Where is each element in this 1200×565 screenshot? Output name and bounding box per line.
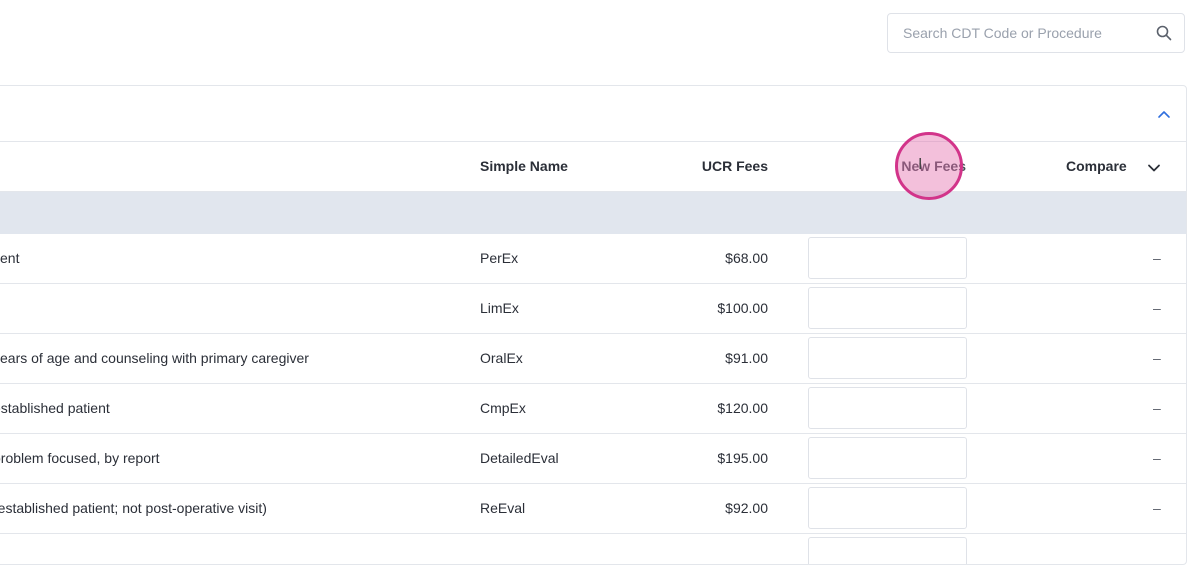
new-fee-input[interactable] (808, 337, 967, 379)
ucr-fee-cell: $68.00 (725, 250, 768, 266)
new-fee-input[interactable] (808, 437, 967, 479)
compare-cell: – (1153, 450, 1161, 466)
fee-schedule-card: Simple Name UCR Fees New Fees Compare ti… (0, 85, 1187, 565)
table-row: (established patient; not post-operative… (0, 484, 1186, 534)
procedure-description: tient (0, 250, 20, 266)
new-fee-input[interactable] (808, 487, 967, 529)
new-fee-input[interactable] (808, 237, 967, 279)
table-row: d LimEx $100.00 – (0, 284, 1186, 334)
compare-cell: – (1153, 250, 1161, 266)
simple-name-cell: OralEx (480, 350, 523, 366)
table-row: years of age and counseling with primary… (0, 334, 1186, 384)
table-row (0, 534, 1186, 564)
table-body: tient PerEx $68.00 – d LimEx $100.00 – y… (0, 234, 1186, 564)
chevron-down-icon[interactable] (1147, 161, 1161, 175)
ucr-fee-cell: $100.00 (717, 300, 768, 316)
procedure-description: established patient (0, 400, 110, 416)
ucr-fee-cell: $92.00 (725, 500, 768, 516)
table-row: tient PerEx $68.00 – (0, 234, 1186, 284)
simple-name-cell: CmpEx (480, 400, 526, 416)
compare-cell: – (1153, 400, 1161, 416)
ucr-fee-cell: $120.00 (717, 400, 768, 416)
table-row: problem focused, by report DetailedEval … (0, 434, 1186, 484)
compare-cell: – (1153, 500, 1161, 516)
column-header-ucr-fees: UCR Fees (701, 158, 768, 174)
compare-cell: – (1153, 350, 1161, 366)
chevron-up-icon[interactable] (1156, 106, 1172, 122)
column-header-simple-name: Simple Name (480, 158, 568, 174)
simple-name-cell: DetailedEval (480, 450, 559, 466)
simple-name-cell: ReEval (480, 500, 526, 516)
search-box[interactable] (887, 13, 1185, 53)
new-fee-input[interactable] (808, 387, 967, 429)
procedure-description: problem focused, by report (0, 450, 160, 466)
table-header: Simple Name UCR Fees New Fees Compare (0, 142, 1186, 192)
search-icon[interactable] (1156, 25, 1172, 41)
compare-cell: – (1153, 300, 1161, 316)
simple-name-cell: LimEx (480, 300, 519, 316)
procedure-description: d (0, 300, 1, 316)
table-row: established patient CmpEx $120.00 – (0, 384, 1186, 434)
column-header-compare[interactable]: Compare (1066, 158, 1127, 174)
ucr-fee-cell: $91.00 (725, 350, 768, 366)
simple-name-cell: PerEx (480, 250, 519, 266)
card-header (0, 86, 1186, 142)
ucr-fee-cell: $195.00 (717, 450, 768, 466)
procedure-description: years of age and counseling with primary… (0, 350, 309, 366)
new-fee-input[interactable] (808, 537, 967, 564)
search-input[interactable] (888, 14, 1153, 52)
new-fee-input[interactable] (808, 287, 967, 329)
category-group-row (0, 192, 1186, 234)
column-header-new-fees: New Fees (901, 158, 966, 174)
procedure-description: (established patient; not post-operative… (0, 500, 267, 516)
